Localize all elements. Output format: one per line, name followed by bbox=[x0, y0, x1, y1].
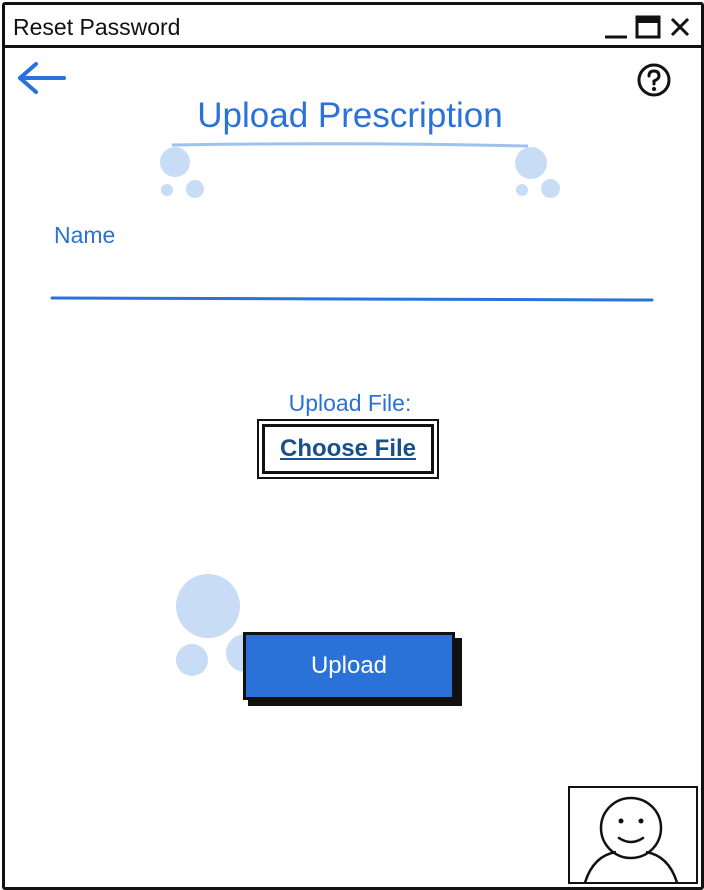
decor-bubble bbox=[161, 184, 173, 196]
decor-bubble bbox=[186, 180, 204, 198]
close-icon[interactable] bbox=[665, 11, 695, 41]
choose-file-button[interactable]: Choose File bbox=[257, 419, 439, 479]
name-label: Name bbox=[54, 222, 116, 248]
help-circle-icon[interactable] bbox=[636, 62, 672, 98]
window-title: Reset Password bbox=[13, 14, 181, 40]
name-field-underline bbox=[50, 296, 654, 302]
maximize-icon[interactable] bbox=[633, 11, 663, 41]
arrow-left-icon[interactable] bbox=[12, 58, 68, 98]
upload-file-label: Upload File: bbox=[288, 390, 412, 416]
user-avatar[interactable] bbox=[568, 786, 698, 884]
page-heading: Upload Prescription bbox=[197, 96, 503, 135]
title-bar: Reset Password bbox=[5, 5, 701, 48]
heading-underline bbox=[171, 142, 529, 148]
choose-file-label: Choose File bbox=[279, 435, 417, 462]
decor-bubble bbox=[516, 184, 528, 196]
decor-bubble bbox=[176, 644, 208, 676]
decor-bubble bbox=[160, 147, 190, 177]
upload-button[interactable]: Upload bbox=[243, 632, 455, 700]
decor-bubble bbox=[541, 179, 560, 198]
decor-bubble bbox=[176, 574, 240, 638]
decor-bubble bbox=[515, 147, 547, 179]
user-avatar-icon bbox=[583, 796, 679, 882]
minimize-icon[interactable] bbox=[601, 11, 631, 41]
